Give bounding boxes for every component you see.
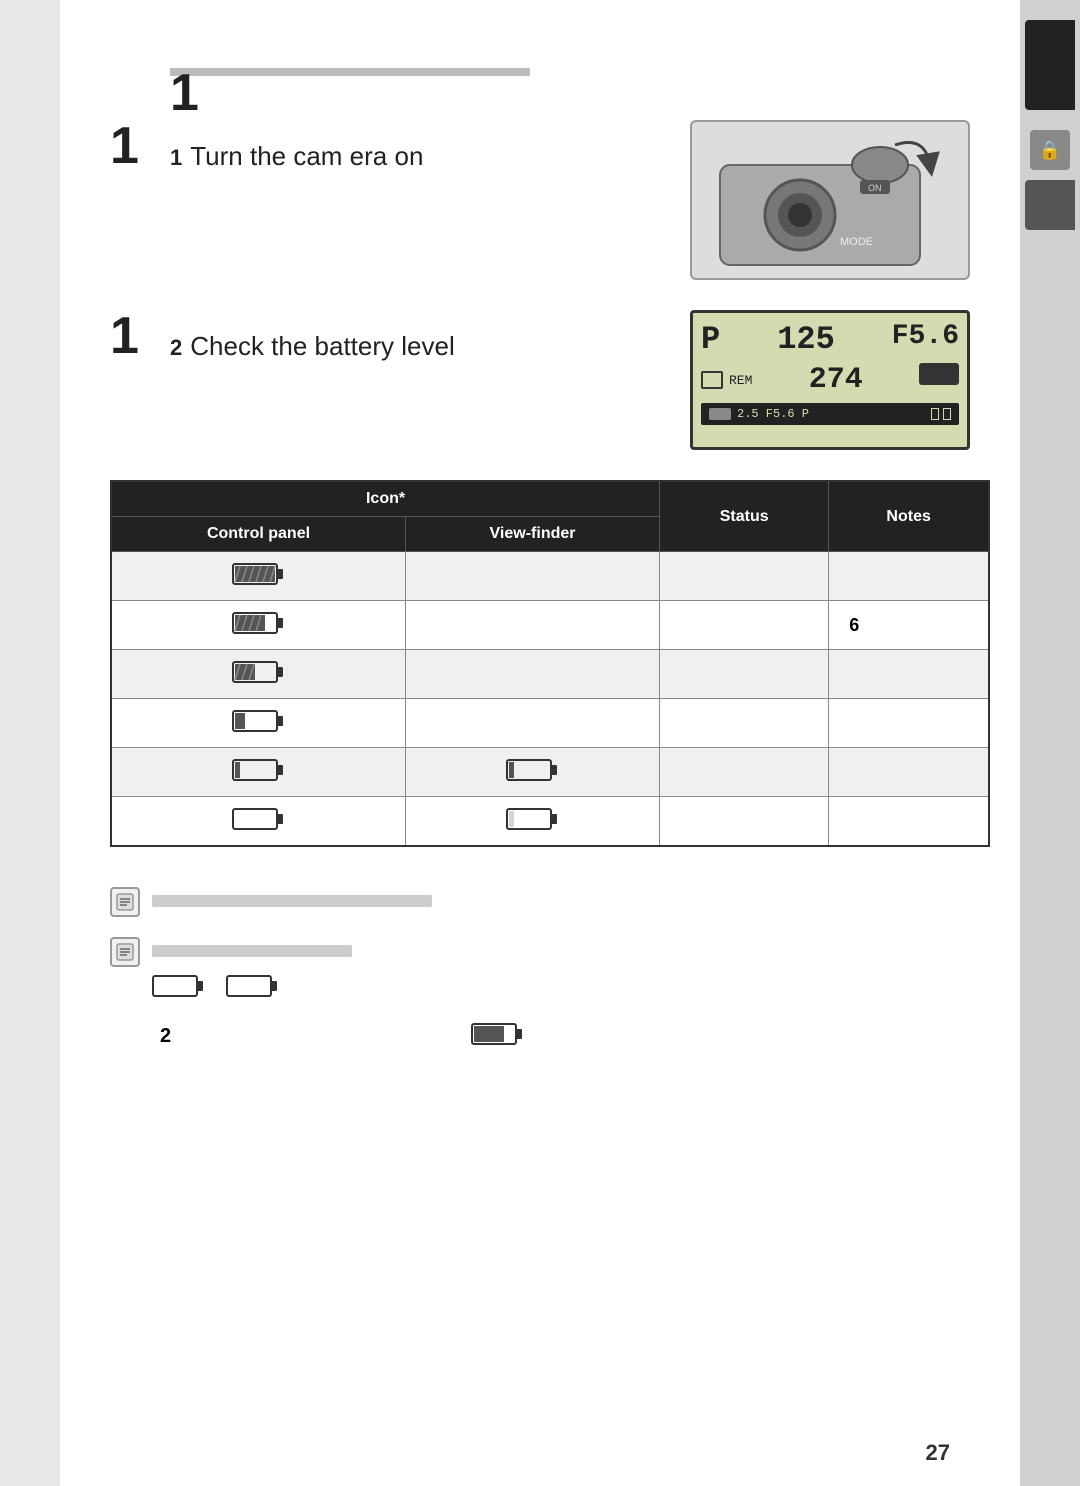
status-cell-2 <box>660 601 829 650</box>
notes-cell-4 <box>829 699 989 748</box>
notes-section: 2 <box>110 887 990 1053</box>
lcd-p: P <box>701 321 720 358</box>
note-2-batteries <box>152 972 990 1000</box>
svg-text:ON: ON <box>868 183 882 193</box>
content-area: 1 1 Turn the cam era on <box>110 100 990 1053</box>
battery-icon-cell-vf <box>406 748 660 797</box>
status-cell-6 <box>660 797 829 847</box>
step-1-large-num: 1 <box>110 117 139 175</box>
camera-image: ON MODE <box>690 120 970 280</box>
notes-cell-6 <box>829 797 989 847</box>
vf-icon-cell-2 <box>406 601 660 650</box>
step-2-text: Check the battery level <box>190 328 454 364</box>
note-2-icon <box>110 937 140 967</box>
lcd-125: 125 <box>777 321 835 358</box>
note-1-icon <box>110 887 140 917</box>
step-1-row: 1 1 Turn the cam era on <box>110 120 990 280</box>
step-2-large-num: 1 <box>110 307 139 365</box>
page: 1 1 1 Turn the cam era on <box>60 0 1020 1486</box>
battery-icon-cell <box>111 552 406 601</box>
step-1-number-col: 1 <box>110 120 170 172</box>
section-1-area: 1 <box>110 68 530 76</box>
step-2-substep: 2 <box>170 333 182 364</box>
lcd-bottom-text: 2.5 F5.6 P <box>737 407 809 421</box>
status-cell-3 <box>660 650 829 699</box>
table-row <box>111 650 989 699</box>
table-row <box>111 748 989 797</box>
battery-table-container: Icon* Status Notes Control panel View-fi… <box>110 480 990 847</box>
step-2-row: 1 2 Check the battery level P 125 F5.6 <box>110 310 990 450</box>
icon-header: Icon* <box>111 481 660 517</box>
step-2-image: P 125 F5.6 REM 274 2.5 F5. <box>690 310 990 450</box>
note-battery-1 <box>152 972 206 1000</box>
camera-svg: ON MODE <box>700 125 960 275</box>
note-1 <box>110 887 990 917</box>
battery-icon-cell-vf2 <box>406 797 660 847</box>
sidebar-tab-dark <box>1025 180 1075 230</box>
battery-icon-cell <box>111 699 406 748</box>
step-2-text-col: 2 Check the battery level <box>170 310 670 364</box>
note-2 <box>110 937 990 1000</box>
vf-icon-cell-1 <box>406 552 660 601</box>
battery-icon-cell <box>111 650 406 699</box>
notes-cell-3 <box>829 650 989 699</box>
notes-cell-5 <box>829 748 989 797</box>
note-2-label-row: 2 <box>160 1020 990 1053</box>
number-2-label: 2 <box>160 1025 171 1048</box>
table-row <box>111 699 989 748</box>
battery-icon-cell-cp2 <box>111 797 406 847</box>
bottom-battery-icon <box>471 1020 531 1053</box>
svg-text:MODE: MODE <box>840 236 873 248</box>
note-2-content <box>152 937 990 1000</box>
note-1-bar <box>152 895 432 907</box>
page-number: 27 <box>926 1440 950 1466</box>
sidebar-lock-icon: 🔒 <box>1030 130 1070 170</box>
notes-cell-1 <box>829 552 989 601</box>
step-1-text: Turn the cam era on <box>190 138 423 174</box>
vf-icon-cell-4 <box>406 699 660 748</box>
table-row: 6 <box>111 601 989 650</box>
step-1-substep: 1 <box>170 143 182 174</box>
table-row <box>111 552 989 601</box>
status-header: Status <box>660 481 829 552</box>
status-cell-1 <box>660 552 829 601</box>
lcd-bottom-bar: 2.5 F5.6 P <box>701 403 959 425</box>
note-battery-2 <box>226 972 280 1000</box>
step-1-text-col: 1 Turn the cam era on <box>170 120 670 174</box>
lcd-274: 274 <box>809 363 863 397</box>
control-panel-header: Control panel <box>111 517 406 552</box>
lcd-f56: F5.6 <box>892 321 959 358</box>
note-1-content <box>152 887 990 907</box>
right-sidebar: 🔒 <box>1020 0 1080 1486</box>
step-1-image: ON MODE <box>690 120 990 280</box>
sidebar-tab-black <box>1025 20 1075 110</box>
battery-table: Icon* Status Notes Control panel View-fi… <box>110 480 990 847</box>
vf-icon-cell-3 <box>406 650 660 699</box>
status-cell-5 <box>660 748 829 797</box>
table-row <box>111 797 989 847</box>
step-2-number-col: 1 <box>110 310 170 362</box>
status-cell-4 <box>660 699 829 748</box>
notes-cell-2: 6 <box>829 601 989 650</box>
section-bar <box>170 68 530 76</box>
lcd-row2: REM 274 <box>701 363 959 397</box>
notes-header: Notes <box>829 481 989 552</box>
battery-icon-cell-cp <box>111 748 406 797</box>
battery-icon-cell <box>111 601 406 650</box>
viewfinder-header: View-finder <box>406 517 660 552</box>
lcd-display: P 125 F5.6 REM 274 2.5 F5. <box>690 310 970 450</box>
note-2-bar <box>152 945 352 957</box>
lcd-row1: P 125 F5.6 <box>701 321 959 358</box>
